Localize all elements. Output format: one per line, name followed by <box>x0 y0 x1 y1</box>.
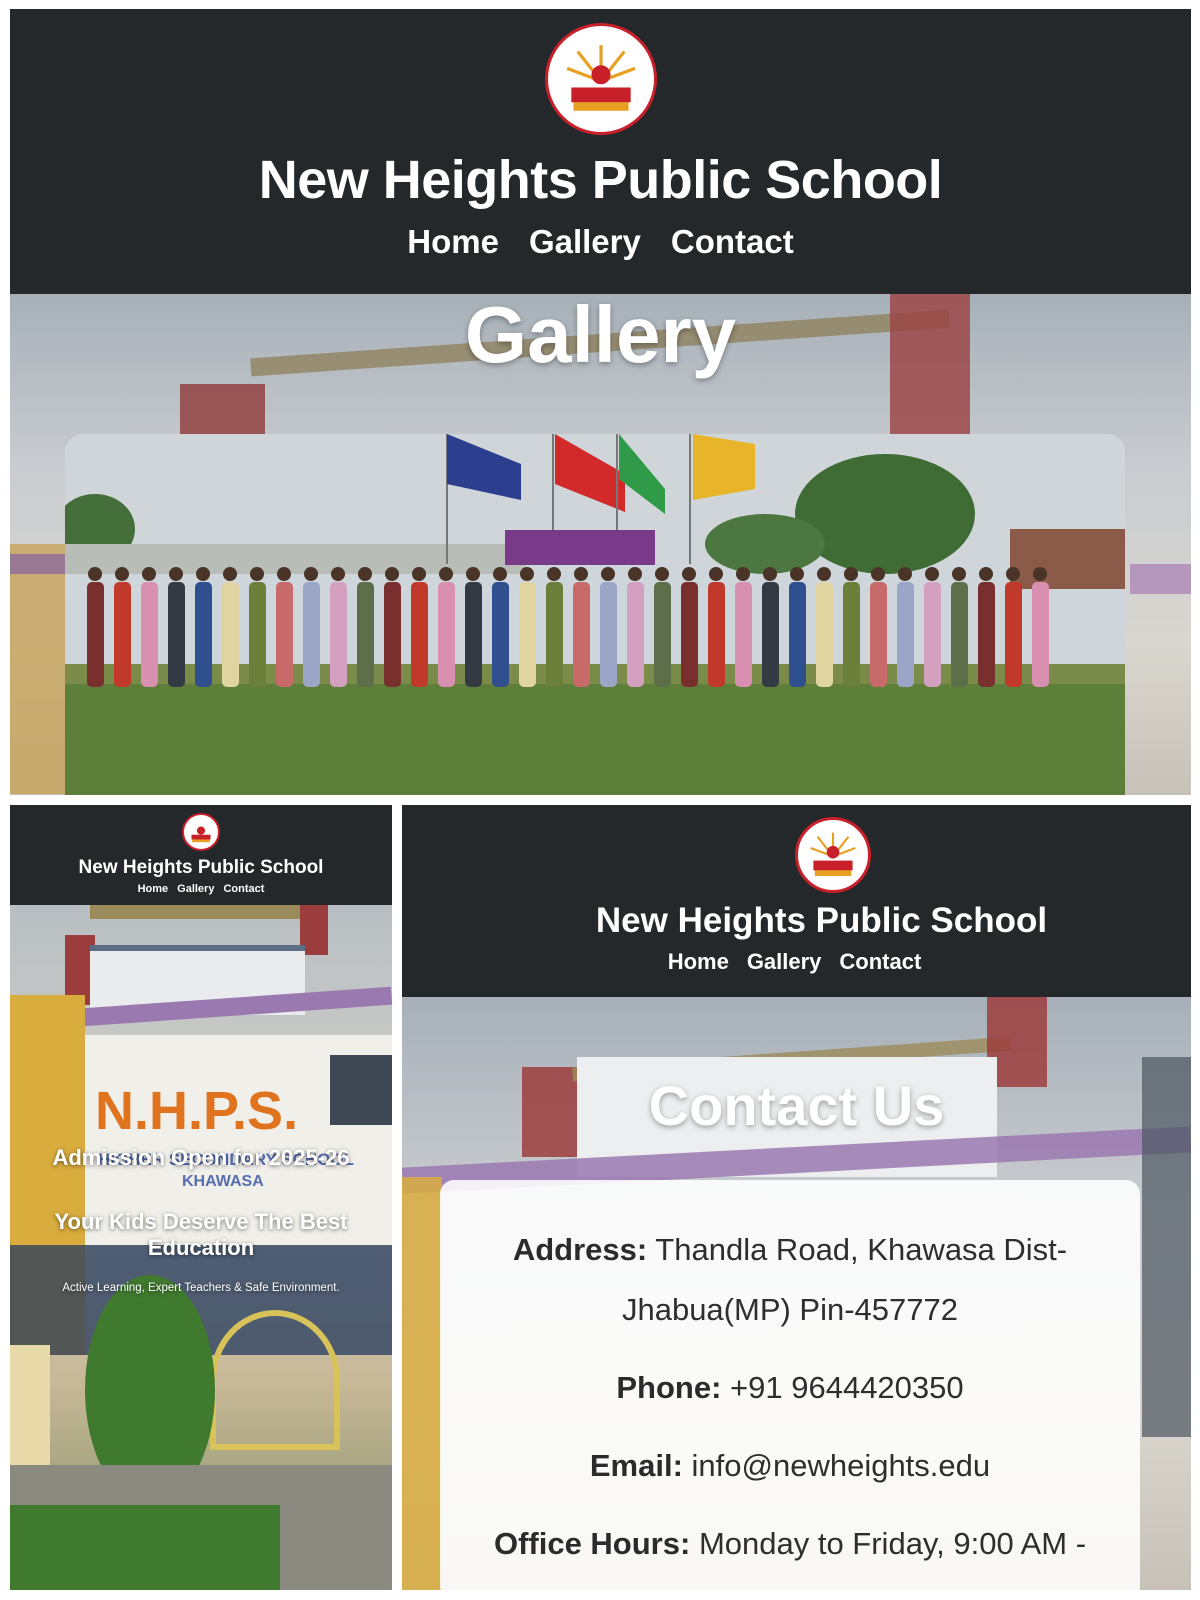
contact-page-screenshot: New Heights Public School Home Gallery C… <box>402 805 1191 1590</box>
photo-person <box>735 567 752 687</box>
nav-gallery-link[interactable]: Gallery <box>177 883 214 895</box>
site-header: New Heights Public School Home Gallery C… <box>10 805 392 905</box>
nav-contact-link[interactable]: Contact <box>671 223 794 261</box>
photo-person <box>465 567 482 687</box>
photo-person <box>870 567 887 687</box>
photo-person <box>384 567 401 687</box>
photo-person <box>654 567 671 687</box>
photo-person <box>843 567 860 687</box>
photo-person <box>114 567 131 687</box>
phone-value[interactable]: +91 9644420350 <box>730 1370 964 1405</box>
address-value: Thandla Road, Khawasa Dist-Jhabua(MP) Pi… <box>621 1232 1068 1327</box>
nav-contact-link[interactable]: Contact <box>839 949 921 975</box>
main-nav: Home Gallery Contact <box>10 883 392 895</box>
gallery-page-screenshot: New Heights Public School Home Gallery C… <box>10 9 1191 795</box>
phone-row: Phone: +91 9644420350 <box>468 1358 1112 1418</box>
contact-info-card: Address: Thandla Road, Khawasa Dist-Jhab… <box>440 1180 1140 1590</box>
photo-person <box>573 567 590 687</box>
photo-person <box>708 567 725 687</box>
building-sign-line3: KHAWASA <box>182 1173 264 1190</box>
nav-home-link[interactable]: Home <box>668 949 729 975</box>
photo-person <box>546 567 563 687</box>
nav-contact-link[interactable]: Contact <box>223 883 264 895</box>
main-nav: Home Gallery Contact <box>402 949 1189 975</box>
school-logo-icon <box>182 813 220 851</box>
main-nav: Home Gallery Contact <box>10 223 1191 261</box>
photo-person <box>303 567 320 687</box>
address-label: Address: <box>512 1232 648 1267</box>
school-logo-icon <box>794 817 871 893</box>
photo-person <box>141 567 158 687</box>
photo-person <box>789 567 806 687</box>
admission-headline: Admission Open for 2025-26 <box>52 1145 350 1170</box>
hero-subtext: Active Learning, Expert Teachers & Safe … <box>62 1282 340 1294</box>
email-value[interactable]: info@newheights.edu <box>692 1448 991 1483</box>
site-title: New Heights Public School <box>78 857 324 878</box>
group-photo-image <box>65 434 1125 795</box>
photo-person <box>357 567 374 687</box>
photo-person <box>438 567 455 687</box>
photo-person <box>897 567 914 687</box>
site-header: New Heights Public School Home Gallery C… <box>10 9 1191 294</box>
photo-person <box>951 567 968 687</box>
photo-person <box>762 567 779 687</box>
nav-home-link[interactable]: Home <box>407 223 499 261</box>
photo-person <box>519 567 536 687</box>
photo-person <box>600 567 617 687</box>
photo-person <box>1032 567 1049 687</box>
site-title: New Heights Public School <box>258 150 943 210</box>
photo-person <box>924 567 941 687</box>
photo-person <box>816 567 833 687</box>
photo-person <box>492 567 509 687</box>
school-logo-icon <box>544 23 657 135</box>
photo-person <box>87 567 104 687</box>
email-label: Email: <box>589 1448 683 1483</box>
nav-gallery-link[interactable]: Gallery <box>529 223 641 261</box>
phone-label: Phone: <box>616 1370 722 1405</box>
photo-person <box>195 567 212 687</box>
email-row: Email: info@newheights.edu <box>468 1436 1112 1496</box>
photo-person <box>276 567 293 687</box>
photo-person <box>330 567 347 687</box>
photo-person <box>411 567 428 687</box>
nav-gallery-link[interactable]: Gallery <box>747 949 822 975</box>
photo-person <box>627 567 644 687</box>
hours-row: Office Hours: Monday to Friday, 9:00 AM … <box>468 1514 1112 1574</box>
photo-person <box>168 567 185 687</box>
nav-home-link[interactable]: Home <box>138 883 169 895</box>
photo-person <box>249 567 266 687</box>
photo-person <box>222 567 239 687</box>
hours-label: Office Hours: <box>493 1526 691 1561</box>
gallery-photo[interactable] <box>65 434 1125 795</box>
gallery-heading: Gallery <box>464 290 737 379</box>
building-sign-text: N.H.P.S. <box>95 1081 299 1141</box>
photo-person <box>1005 567 1022 687</box>
address-row: Address: Thandla Road, Khawasa Dist-Jhab… <box>468 1220 1112 1340</box>
contact-heading: Contact Us <box>648 1074 945 1137</box>
hours-value: Monday to Friday, 9:00 AM - <box>698 1526 1087 1561</box>
home-page-screenshot: N.H.P.S. HIGHER SECONDARY SCHOOL KHAWASA… <box>10 805 392 1590</box>
hero-tagline: Your Kids Deserve The Best Education <box>54 1209 348 1260</box>
photo-person <box>681 567 698 687</box>
photo-person <box>978 567 995 687</box>
site-title: New Heights Public School <box>595 901 1048 940</box>
site-header: New Heights Public School Home Gallery C… <box>402 805 1191 997</box>
